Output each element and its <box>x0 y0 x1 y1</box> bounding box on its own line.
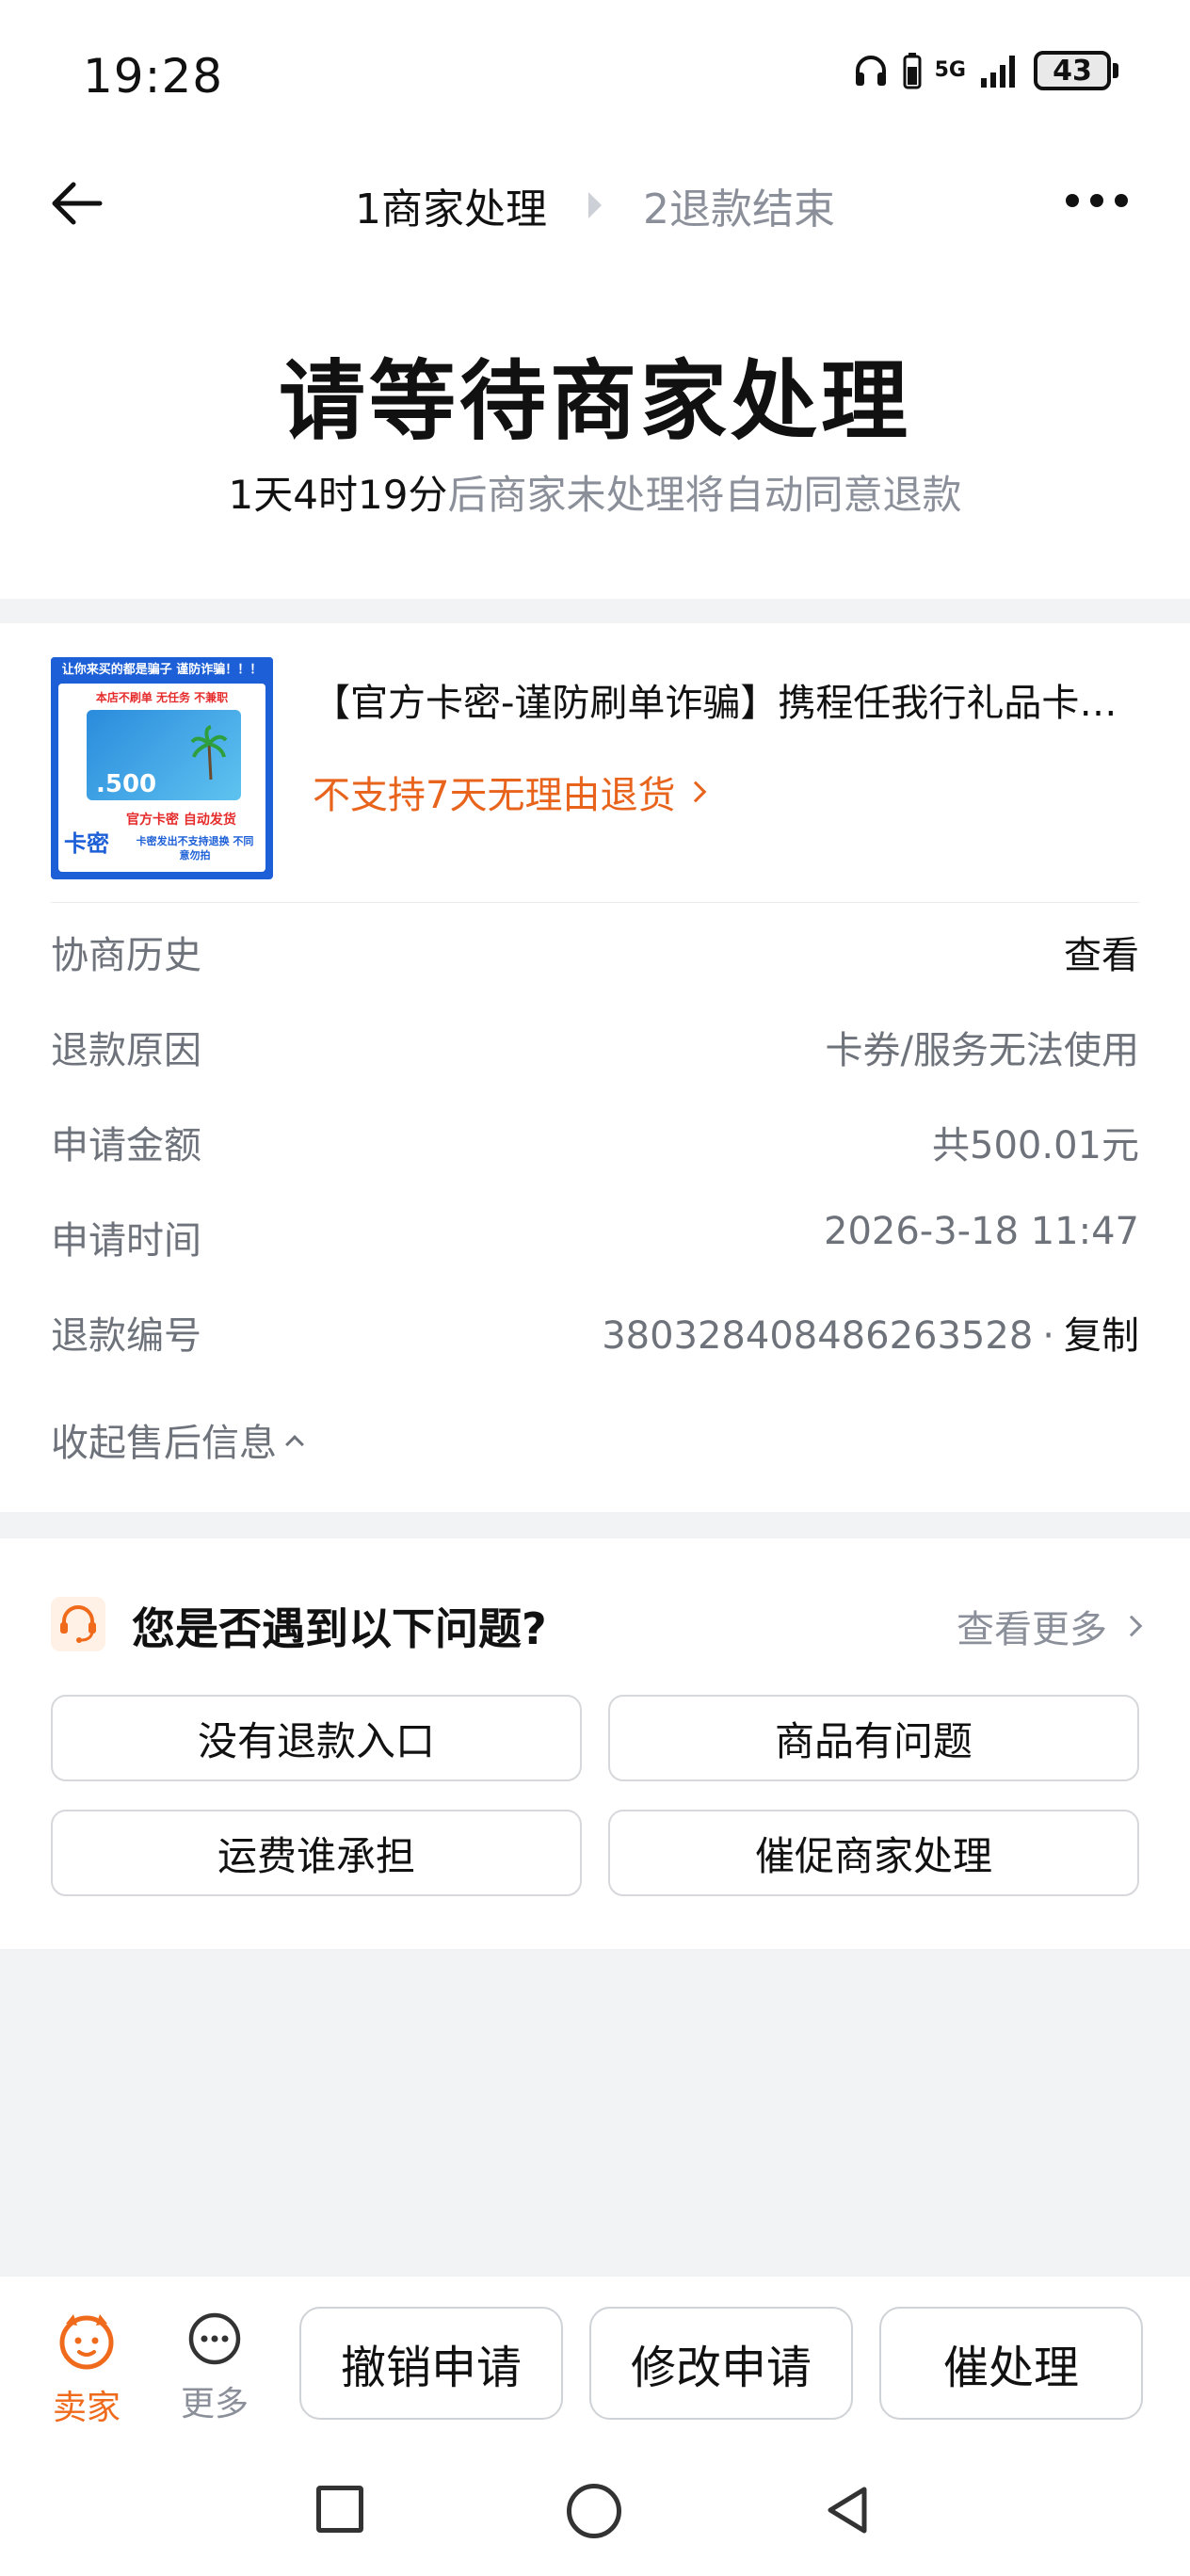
detail-label: 协商历史 <box>51 934 201 977</box>
system-back-icon[interactable] <box>819 2482 876 2538</box>
step-merchant-processing: 1商家处理 <box>355 185 547 233</box>
detail-row-history[interactable]: 协商历史 查看 <box>51 925 1139 981</box>
separator-dot: · <box>1042 1314 1054 1358</box>
auto-refund-notice: 1天4时19分后商家未处理将自动同意退款 <box>0 463 1190 521</box>
more-button[interactable]: 更多 <box>175 2310 254 2425</box>
detail-row-refund-id: 退款编号 380328408486263528 · 复制 <box>51 1305 1139 1361</box>
signal-icon <box>979 52 1021 89</box>
return-policy-link[interactable]: 不支持7天无理由退货 <box>313 765 707 819</box>
faq-title: 您是否遇到以下问题? <box>132 1603 547 1654</box>
collapse-info-toggle[interactable]: 收起售后信息 <box>51 1412 304 1467</box>
bottom-action-bar: 卖家 更多 撤销申请 修改申请 催处理 <box>0 2277 1190 2444</box>
product-image-top-text: 让你来买的都是骗子 谨防诈骗！！！ <box>51 657 273 684</box>
detail-label: 退款原因 <box>51 1029 201 1072</box>
network-label: 5G <box>934 58 966 82</box>
step-arrow-icon <box>588 192 602 218</box>
product-image-red-text: 本店不刷单 无任务 不兼职 <box>95 691 229 704</box>
refund-id: 380328408486263528 <box>602 1314 1034 1358</box>
more-label: 更多 <box>180 2385 249 2423</box>
battery-small-icon <box>903 52 922 89</box>
countdown: 1天4时19分 <box>228 472 448 518</box>
view-history-link[interactable]: 查看 <box>1064 925 1139 979</box>
product-image-amount: .500 <box>96 770 157 798</box>
faq-shipping-fee-button[interactable]: 运费谁承担 <box>51 1810 582 1896</box>
headphone-icon <box>852 52 890 89</box>
urge-processing-button[interactable]: 催处理 <box>879 2307 1143 2420</box>
auto-refund-text: 后商家未处理将自动同意退款 <box>447 472 962 518</box>
more-dots-icon[interactable] <box>1066 186 1141 215</box>
top-nav: 1商家处理 2退款结束 <box>0 141 1190 264</box>
divider <box>51 902 1139 903</box>
faq-more-link[interactable]: 查看更多 <box>957 1599 1143 1653</box>
refund-id-group: 380328408486263528 · 复制 <box>602 1305 1139 1360</box>
faq-urge-merchant-button[interactable]: 催促商家处理 <box>608 1810 1139 1896</box>
page-title: 请等待商家处理 <box>278 351 911 452</box>
cancel-request-button[interactable]: 撤销申请 <box>299 2307 563 2420</box>
step-refund-finished: 2退款结束 <box>643 185 835 233</box>
detail-row-time: 申请时间 2026-3-18 11:47 <box>51 1210 1139 1266</box>
collapse-label: 收起售后信息 <box>51 1422 277 1465</box>
status-time: 19:28 <box>83 49 224 104</box>
system-navigation-bar <box>0 2444 1190 2576</box>
product-image-note: 卡密发出不支持退换 不同意勿拍 <box>136 835 254 861</box>
recent-apps-icon[interactable] <box>316 2486 363 2533</box>
seller-avatar-icon <box>59 2314 114 2370</box>
palm-tree-icon <box>190 725 228 781</box>
modify-request-button[interactable]: 修改申请 <box>589 2307 853 2420</box>
seller-button[interactable]: 卖家 <box>47 2310 126 2429</box>
chevron-up-icon <box>285 1435 304 1454</box>
status-bar: 19:28 5G 43 <box>0 0 1190 141</box>
product-title[interactable]: 【官方卡密-谨防刷单诈骗】携程任我行礼品卡电子卡500元 <box>313 672 1141 727</box>
product-image-kami: 卡密 <box>64 830 109 857</box>
faq-no-refund-entry-button[interactable]: 没有退款入口 <box>51 1695 582 1781</box>
detail-row-reason: 退款原因 卡券/服务无法使用 <box>51 1020 1139 1076</box>
refund-amount: 共500.01元 <box>932 1124 1139 1167</box>
detail-label: 申请时间 <box>51 1219 201 1263</box>
progress-steps: 1商家处理 2退款结束 <box>0 175 1190 235</box>
refund-reason: 卡券/服务无法使用 <box>825 1029 1139 1072</box>
product-image-inner: 本店不刷单 无任务 不兼职 .500 官方卡密 自动发货 卡密 卡密发出不支持退… <box>58 684 265 872</box>
detail-label: 退款编号 <box>51 1314 201 1358</box>
more-circle-icon <box>188 2312 241 2365</box>
faq-section: 您是否遇到以下问题? 查看更多 没有退款入口 商品有问题 运费谁承担 催促商家处… <box>0 1538 1190 1949</box>
detail-row-amount: 申请金额 共500.01元 <box>51 1115 1139 1171</box>
faq-product-issue-button[interactable]: 商品有问题 <box>608 1695 1139 1781</box>
refund-info-card: 让你来买的都是骗子 谨防诈骗！！！ 本店不刷单 无任务 不兼职 .500 官方卡… <box>0 623 1190 1512</box>
product-image-label: 官方卡密 自动发货 <box>126 813 236 828</box>
apply-time: 2026-3-18 11:47 <box>824 1210 1139 1253</box>
status-header: 请等待商家处理 1天4时19分后商家未处理将自动同意退款 <box>0 264 1190 599</box>
status-icons: 5G 43 <box>852 51 1118 90</box>
chevron-right-icon <box>685 781 707 803</box>
battery-indicator: 43 <box>1034 51 1118 90</box>
battery-level: 43 <box>1034 51 1111 90</box>
home-icon[interactable] <box>567 2484 621 2538</box>
chevron-right-icon <box>1120 1615 1143 1637</box>
faq-more-label: 查看更多 <box>957 1608 1107 1651</box>
return-policy-text: 不支持7天无理由退货 <box>313 774 676 817</box>
seller-label: 卖家 <box>52 2389 121 2427</box>
product-image[interactable]: 让你来买的都是骗子 谨防诈骗！！！ 本店不刷单 无任务 不兼职 .500 官方卡… <box>51 657 273 879</box>
copy-button[interactable]: 复制 <box>1064 1314 1139 1358</box>
customer-service-icon <box>51 1597 105 1651</box>
battery-tip <box>1113 63 1118 78</box>
detail-label: 申请金额 <box>51 1124 201 1167</box>
